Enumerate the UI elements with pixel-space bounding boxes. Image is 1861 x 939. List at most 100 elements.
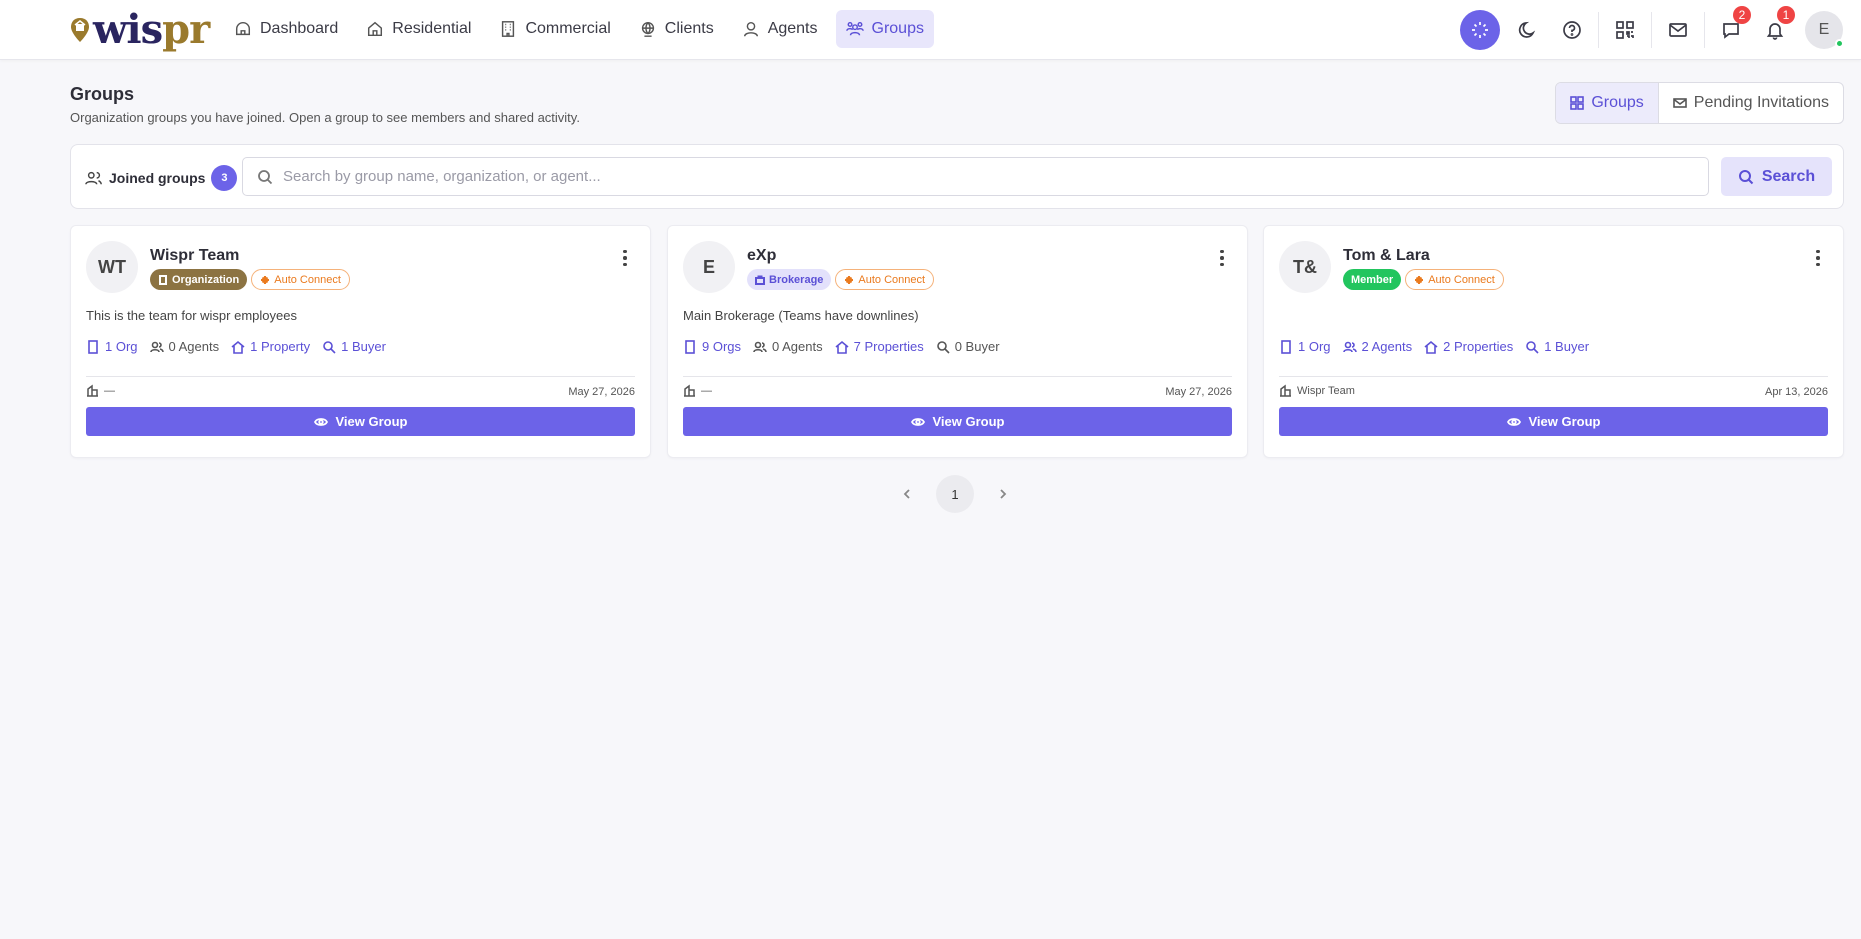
stat-properties[interactable]: 2 Properties bbox=[1424, 339, 1513, 354]
top-navigation-bar: wispr Dashboard Residential Commercial C… bbox=[0, 0, 1861, 60]
help-circle-icon bbox=[1563, 21, 1581, 39]
building-small-icon bbox=[684, 384, 695, 397]
search-icon bbox=[1526, 340, 1539, 354]
view-group-label: View Group bbox=[1528, 414, 1601, 429]
moon-icon bbox=[1518, 21, 1536, 38]
card-date: May 27, 2026 bbox=[1165, 386, 1232, 398]
eye-icon bbox=[313, 417, 328, 426]
ai-assist-button[interactable] bbox=[1460, 10, 1500, 50]
help-button[interactable] bbox=[1550, 8, 1594, 52]
theme-toggle-button[interactable] bbox=[1506, 8, 1550, 52]
dot bbox=[623, 249, 627, 254]
stat-text: 0 Agents bbox=[772, 339, 823, 354]
group-name: Wispr Team bbox=[150, 247, 240, 264]
tab-pending-invitations[interactable]: Pending Invitations bbox=[1659, 83, 1843, 123]
mail-icon bbox=[1672, 98, 1687, 108]
tab-groups[interactable]: Groups bbox=[1556, 83, 1659, 123]
stat-text: 0 Buyer bbox=[954, 339, 1000, 354]
page-subtitle: Organization groups you have joined. Ope… bbox=[70, 110, 580, 125]
group-tags: Brokerage Auto Connect bbox=[747, 269, 935, 290]
view-group-button[interactable]: View Group bbox=[683, 407, 1232, 436]
stat-buyers[interactable]: 1 Buyer bbox=[1525, 339, 1589, 354]
notifications-button[interactable]: 1 bbox=[1753, 6, 1797, 52]
search-icon bbox=[1738, 169, 1754, 184]
stat-agents: 0 Agents bbox=[149, 339, 219, 354]
group-tags: Member Auto Connect bbox=[1343, 269, 1504, 290]
stat-text: 1 Property bbox=[250, 339, 311, 354]
users-icon bbox=[753, 341, 767, 352]
group-stats: 9 Orgs 0 Agents 7 Properties 0 Buyer bbox=[683, 339, 1000, 354]
avatar-initial: E bbox=[1818, 21, 1830, 38]
messages-count-badge: 2 bbox=[1733, 6, 1751, 24]
user-icon bbox=[743, 21, 758, 37]
briefcase-icon bbox=[755, 275, 765, 285]
view-group-label: View Group bbox=[335, 414, 408, 429]
users-icon bbox=[149, 341, 164, 352]
stat-properties[interactable]: 1 Property bbox=[231, 339, 310, 354]
footer-org-text: — bbox=[104, 384, 115, 397]
chevron-left-icon bbox=[903, 489, 910, 499]
card-menu-button[interactable] bbox=[1212, 248, 1232, 268]
nav-residential[interactable]: Residential bbox=[356, 10, 481, 48]
auto-connect-tag: Auto Connect bbox=[1405, 269, 1504, 290]
group-avatar: T& bbox=[1279, 241, 1331, 293]
card-date: May 27, 2026 bbox=[568, 386, 635, 398]
chevron-right-icon bbox=[1000, 489, 1007, 499]
user-avatar[interactable]: E bbox=[1805, 11, 1844, 49]
card-footer-org: Wispr Team bbox=[1279, 384, 1355, 397]
building-small-icon bbox=[87, 384, 98, 397]
grid-icon bbox=[1570, 96, 1585, 110]
view-group-button[interactable]: View Group bbox=[1279, 407, 1828, 436]
top-right-actions: 2 1 E bbox=[1460, 6, 1844, 52]
wispr-logo[interactable]: wispr bbox=[69, 6, 210, 54]
nav-groups[interactable]: Groups bbox=[835, 10, 934, 48]
messages-button[interactable]: 2 bbox=[1709, 6, 1753, 52]
home-icon bbox=[231, 340, 245, 354]
tab-label: Groups bbox=[1591, 94, 1644, 111]
dot bbox=[1220, 249, 1224, 254]
nav-agents[interactable]: Agents bbox=[732, 10, 828, 48]
stat-orgs[interactable]: 9 Orgs bbox=[683, 339, 741, 354]
logo-text-a: wis bbox=[93, 6, 163, 53]
nav-commercial[interactable]: Commercial bbox=[489, 10, 620, 48]
qr-code-button[interactable] bbox=[1603, 8, 1647, 52]
prev-page-button[interactable] bbox=[900, 487, 914, 501]
stat-agents[interactable]: 2 Agents bbox=[1342, 339, 1413, 354]
group-stats: 1 Org 2 Agents 2 Properties 1 Buyer bbox=[1279, 339, 1589, 354]
stat-text: 2 Agents bbox=[1361, 339, 1413, 354]
dot bbox=[1220, 256, 1224, 260]
stat-orgs[interactable]: 1 Org bbox=[86, 339, 138, 354]
organization-tag: Organization bbox=[150, 269, 248, 290]
group-avatar: E bbox=[683, 241, 735, 293]
footer-org-text: Wispr Team bbox=[1297, 384, 1355, 397]
dot bbox=[623, 256, 627, 260]
stat-orgs[interactable]: 1 Org bbox=[1279, 339, 1331, 354]
mail-button[interactable] bbox=[1656, 8, 1700, 52]
stat-buyers[interactable]: 1 Buyer bbox=[322, 339, 386, 354]
group-tags: Organization Auto Connect bbox=[150, 269, 350, 290]
view-group-label: View Group bbox=[932, 414, 1005, 429]
card-menu-button[interactable] bbox=[1808, 248, 1828, 268]
next-page-button[interactable] bbox=[996, 487, 1010, 501]
joined-groups-label: Joined groups 3 bbox=[85, 165, 238, 191]
nav-clients[interactable]: Clients bbox=[629, 10, 724, 48]
search-input[interactable] bbox=[283, 168, 1683, 185]
users-group-icon bbox=[845, 21, 864, 36]
home-icon bbox=[1424, 340, 1438, 354]
nav-dashboard[interactable]: Dashboard bbox=[224, 10, 348, 48]
online-status-dot bbox=[1835, 39, 1844, 48]
search-icon bbox=[258, 169, 273, 184]
page-number-current[interactable]: 1 bbox=[936, 475, 974, 513]
stat-text: 1 Buyer bbox=[1544, 339, 1590, 354]
stat-properties[interactable]: 7 Properties bbox=[835, 339, 924, 354]
view-group-button[interactable]: View Group bbox=[86, 407, 635, 436]
home-icon bbox=[835, 340, 849, 354]
tag-label: Auto Connect bbox=[858, 273, 926, 286]
dot bbox=[1816, 249, 1820, 254]
search-button[interactable]: Search bbox=[1721, 157, 1832, 196]
card-menu-button[interactable] bbox=[615, 248, 635, 268]
card-date: Apr 13, 2026 bbox=[1765, 386, 1828, 398]
group-avatar: WT bbox=[86, 241, 138, 293]
card-divider bbox=[86, 376, 635, 377]
stat-text: 1 Org bbox=[105, 339, 138, 354]
